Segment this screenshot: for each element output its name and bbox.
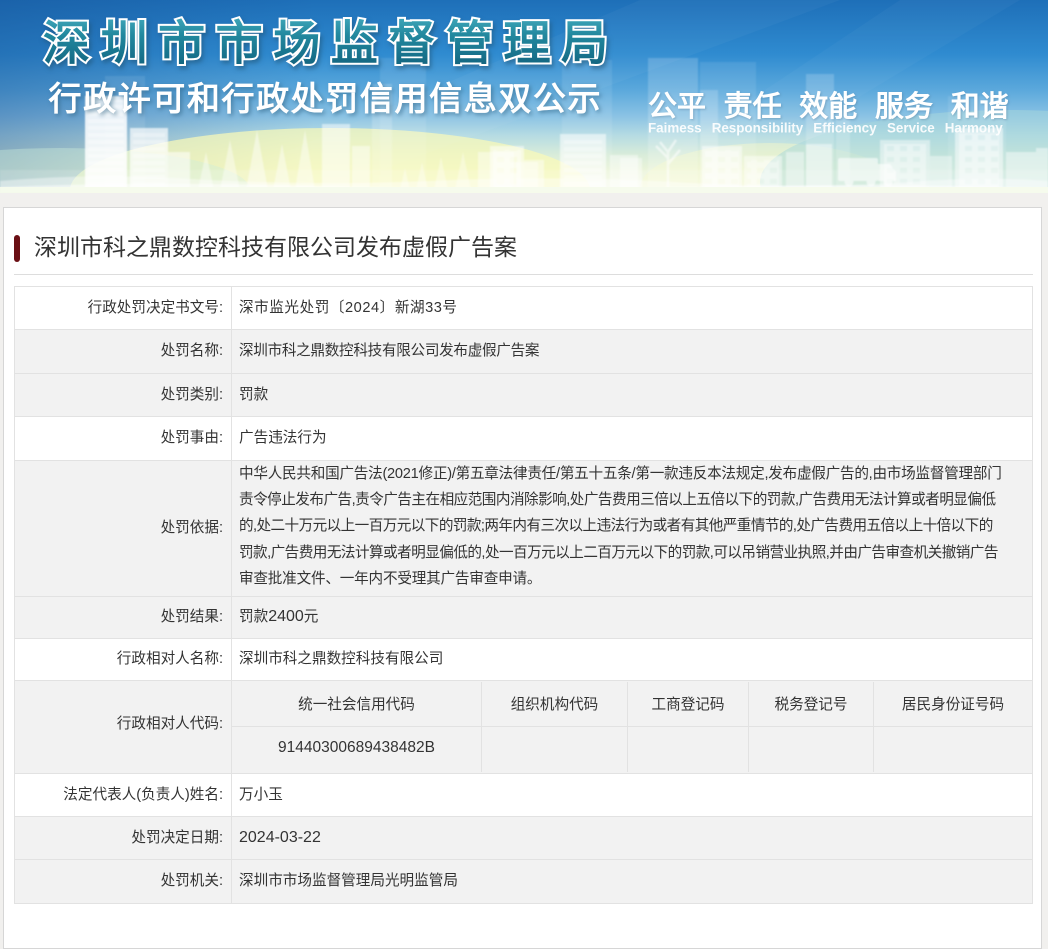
svg-text:公平责任效能服务和谐: 公平 责任 效能 服务 和谐 xyxy=(648,90,1009,123)
svg-text:FaimessResponsibilityEfficienc: Faimess Responsibility Efficiency Service Ha… xyxy=(648,120,1003,135)
svg-text:深圳市市场监督管理局: 深圳市市场监督管理局 xyxy=(43,17,617,70)
